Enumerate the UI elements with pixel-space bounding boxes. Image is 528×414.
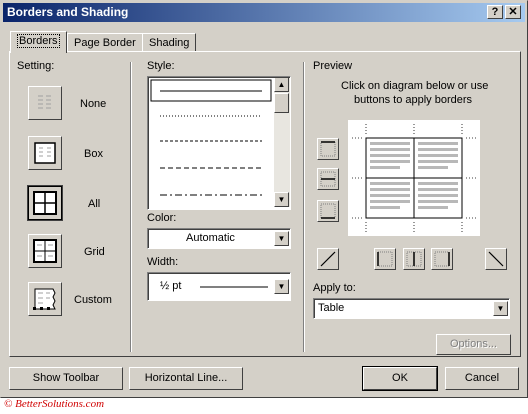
preview-diagram[interactable] bbox=[348, 120, 480, 236]
top-border-icon bbox=[320, 141, 336, 157]
scroll-thumb[interactable] bbox=[274, 93, 289, 113]
setting-none-label[interactable]: None bbox=[80, 98, 106, 110]
dialog-title: Borders and Shading bbox=[7, 5, 129, 19]
show-toolbar-label: Show Toolbar bbox=[32, 372, 100, 384]
inside-vertical-border-button[interactable] bbox=[403, 248, 425, 270]
setting-grid-label[interactable]: Grid bbox=[84, 246, 105, 258]
color-heading: Color: bbox=[147, 212, 177, 224]
setting-custom-label[interactable]: Custom bbox=[74, 294, 112, 306]
options-button[interactable]: Options... bbox=[436, 334, 511, 355]
setting-all-icon[interactable] bbox=[27, 185, 63, 221]
diagonal-up-border-button[interactable] bbox=[485, 248, 507, 270]
cancel-label: Cancel bbox=[464, 372, 500, 384]
line-style-list bbox=[150, 79, 272, 196]
top-border-button[interactable] bbox=[317, 138, 339, 160]
horizontal-line-button[interactable]: Horizontal Line... bbox=[129, 367, 243, 390]
right-border-icon bbox=[434, 251, 450, 267]
title-bar: Borders and Shading ? ✕ bbox=[3, 3, 525, 22]
ok-button[interactable]: OK bbox=[362, 366, 438, 391]
options-button-label: Options... bbox=[449, 338, 498, 350]
bottom-border-icon bbox=[320, 203, 336, 219]
setting-none-icon[interactable] bbox=[28, 86, 62, 120]
width-heading: Width: bbox=[147, 256, 179, 268]
setting-custom-icon[interactable] bbox=[28, 282, 62, 316]
apply-to-value: Table bbox=[318, 302, 345, 314]
close-button[interactable]: ✕ bbox=[505, 5, 521, 19]
scroll-up-button[interactable]: ▲ bbox=[274, 77, 289, 92]
tab-borders[interactable]: Borders bbox=[10, 31, 67, 53]
setting-heading: Setting: bbox=[17, 60, 55, 72]
setting-box-icon[interactable] bbox=[28, 136, 62, 170]
scroll-down-button[interactable]: ▼ bbox=[274, 192, 289, 207]
diagonal-down-border-button[interactable] bbox=[317, 248, 339, 270]
divider-right bbox=[303, 62, 305, 352]
color-value: Automatic bbox=[186, 232, 235, 244]
style-scrollbar[interactable]: ▲ ▼ bbox=[274, 77, 290, 207]
tab-shading[interactable]: Shading bbox=[142, 33, 197, 53]
width-value: ½ pt bbox=[160, 280, 182, 292]
cancel-button[interactable]: Cancel bbox=[445, 367, 519, 390]
bottom-border-button[interactable] bbox=[317, 200, 339, 222]
diagonal-up-icon bbox=[320, 251, 336, 267]
width-combobox[interactable]: ½ pt ▼ bbox=[147, 272, 291, 301]
setting-custom-graphic bbox=[33, 288, 56, 310]
apply-to-heading: Apply to: bbox=[313, 282, 356, 294]
help-button[interactable]: ? bbox=[487, 5, 503, 19]
setting-box-label[interactable]: Box bbox=[84, 148, 103, 160]
color-combobox[interactable]: Automatic ▼ bbox=[147, 228, 291, 249]
tab-borders-label: Borders bbox=[17, 34, 60, 48]
inside-vertical-border-icon bbox=[406, 251, 422, 267]
divider-left bbox=[130, 62, 132, 352]
watermark: © BetterSolutions.com bbox=[4, 398, 105, 410]
setting-box-graphic bbox=[34, 142, 56, 164]
setting-all-label[interactable]: All bbox=[88, 198, 100, 210]
preview-table-graphic bbox=[352, 124, 476, 232]
setting-grid-icon[interactable] bbox=[28, 234, 62, 268]
ok-label: OK bbox=[392, 372, 408, 384]
color-dropdown-arrow[interactable]: ▼ bbox=[274, 231, 289, 246]
setting-none-graphic bbox=[38, 95, 51, 109]
setting-all-graphic bbox=[33, 191, 57, 215]
borders-tab-panel: Setting: None Box All Grid Custom Style:… bbox=[9, 51, 521, 357]
apply-to-combobox[interactable]: Table ▼ bbox=[313, 298, 510, 319]
inside-horizontal-border-icon bbox=[320, 171, 336, 187]
left-border-button[interactable] bbox=[374, 248, 396, 270]
horizontal-line-label: Horizontal Line... bbox=[144, 372, 228, 384]
tab-page-border[interactable]: Page Border bbox=[67, 33, 143, 53]
borders-and-shading-dialog: Borders and Shading ? ✕ Borders Page Bor… bbox=[0, 0, 528, 398]
left-border-icon bbox=[377, 251, 393, 267]
show-toolbar-button[interactable]: Show Toolbar bbox=[9, 367, 123, 390]
apply-to-dropdown-arrow[interactable]: ▼ bbox=[493, 301, 508, 316]
width-line-sample bbox=[200, 286, 268, 288]
tab-page-border-label: Page Border bbox=[74, 37, 136, 49]
diagonal-down-icon bbox=[488, 251, 504, 267]
style-heading: Style: bbox=[147, 60, 175, 72]
preview-instructions-line2: buttons to apply borders bbox=[354, 94, 473, 106]
preview-instructions-line1: Click on diagram below or use bbox=[341, 80, 489, 92]
preview-heading: Preview bbox=[313, 60, 353, 72]
right-border-button[interactable] bbox=[431, 248, 453, 270]
setting-grid-graphic bbox=[33, 239, 57, 263]
style-listbox[interactable]: ▲ ▼ bbox=[147, 76, 291, 210]
inside-horizontal-border-button[interactable] bbox=[317, 168, 339, 190]
tab-shading-label: Shading bbox=[149, 37, 190, 49]
width-dropdown-arrow[interactable]: ▼ bbox=[274, 279, 289, 294]
